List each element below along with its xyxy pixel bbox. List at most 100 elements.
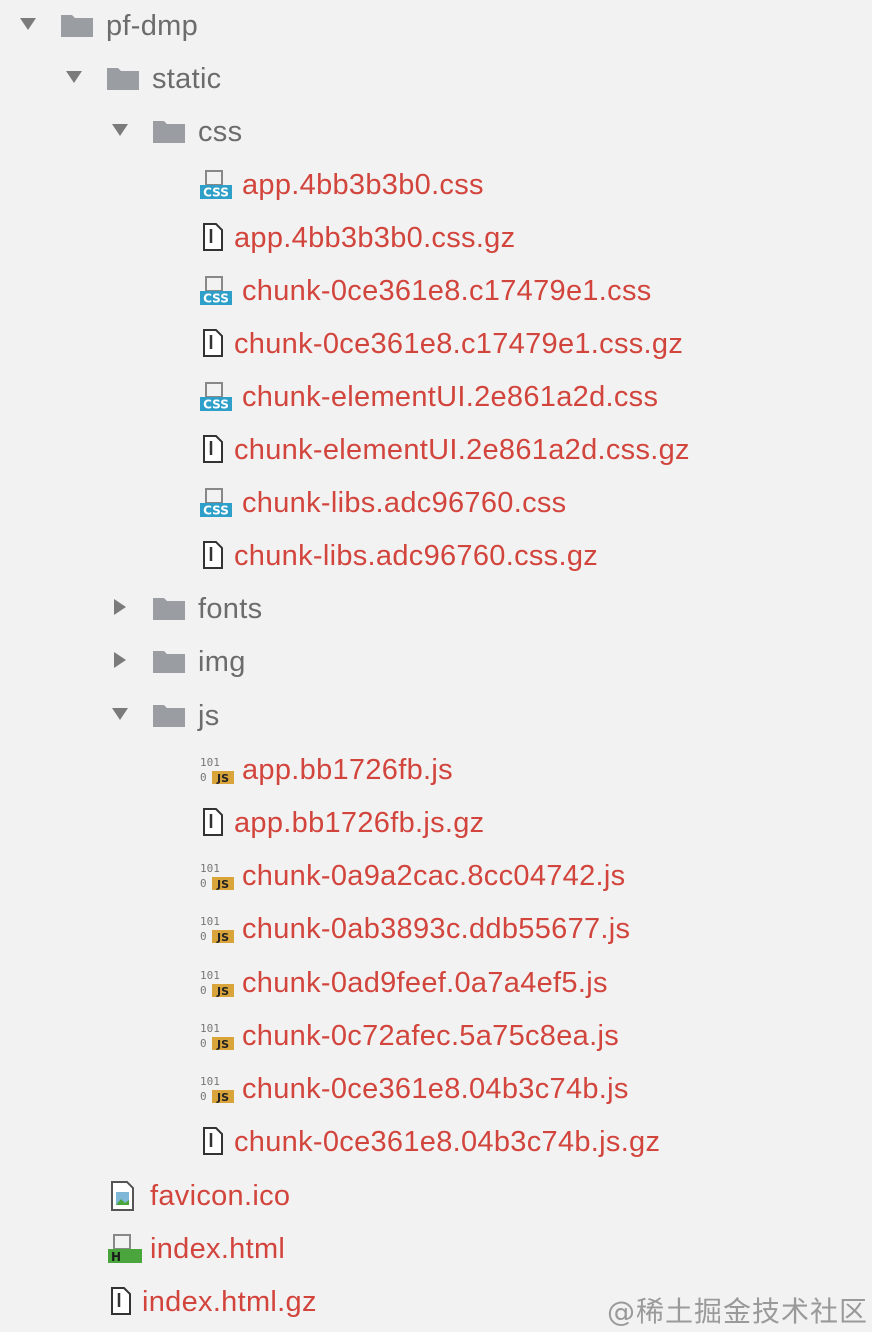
tree-node-css[interactable]: css: [0, 106, 872, 159]
file-label: app.bb1726fb.js.gz: [234, 807, 485, 839]
file-label: chunk-0ce361e8.04b3c74b.js.gz: [234, 1126, 661, 1158]
css-file-icon: CSS: [200, 488, 232, 518]
tree-file-js[interactable]: 101 0 JS chunk-0ce361e8.04b3c74b.js: [0, 1063, 872, 1116]
file-label: app.4bb3b3b0.css: [242, 169, 484, 201]
tree-file-css[interactable]: CSS chunk-0ce361e8.c17479e1.css: [0, 265, 872, 318]
tree-file-css[interactable]: CSS chunk-elementUI.2e861a2d.css: [0, 371, 872, 424]
folder-label: js: [198, 700, 220, 732]
folder-icon: [61, 15, 93, 37]
tree-file-css-gz[interactable]: app.4bb3b3b0.css.gz: [0, 212, 872, 265]
svg-text:0: 0: [200, 984, 207, 997]
folder-label: css: [198, 116, 243, 148]
tree-file-js[interactable]: 101 0 JS app.bb1726fb.js: [0, 744, 872, 797]
expand-arrow-icon[interactable]: [66, 71, 82, 83]
svg-text:CSS: CSS: [203, 292, 229, 306]
folder-icon: [153, 121, 185, 143]
svg-text:CSS: CSS: [203, 398, 229, 412]
svg-text:JS: JS: [216, 1091, 229, 1104]
text-file-icon: [203, 541, 223, 569]
text-file-icon: [111, 1287, 131, 1315]
folder-icon: [153, 651, 185, 673]
file-label: chunk-0ce361e8.c17479e1.css.gz: [234, 328, 684, 360]
file-label: chunk-0c72afec.5a75c8ea.js: [242, 1020, 619, 1052]
svg-text:101: 101: [200, 756, 220, 769]
collapse-arrow-icon[interactable]: [114, 599, 126, 615]
js-file-icon: 101 0 JS: [200, 1075, 234, 1104]
file-label: index.html.gz: [142, 1286, 317, 1318]
collapse-arrow-icon[interactable]: [114, 652, 126, 668]
file-label: chunk-libs.adc96760.css: [242, 487, 567, 519]
svg-text:CSS: CSS: [203, 504, 229, 518]
folder-label: static: [152, 63, 222, 95]
svg-text:101: 101: [200, 915, 220, 928]
folder-label: pf-dmp: [106, 10, 199, 42]
tree-file-css-gz[interactable]: chunk-0ce361e8.c17479e1.css.gz: [0, 318, 872, 371]
svg-text:101: 101: [200, 1075, 220, 1088]
tree-node-static[interactable]: static: [0, 53, 872, 106]
js-file-icon: 101 0 JS: [200, 915, 234, 944]
text-file-icon: [203, 435, 223, 463]
tree-file-css-gz[interactable]: chunk-libs.adc96760.css.gz: [0, 530, 872, 583]
tree-file-js[interactable]: 101 0 JS chunk-0c72afec.5a75c8ea.js: [0, 1010, 872, 1063]
svg-text:0: 0: [200, 930, 207, 943]
tree-file-js-gz[interactable]: app.bb1726fb.js.gz: [0, 797, 872, 850]
js-file-icon: 101 0 JS: [200, 862, 234, 891]
svg-text:0: 0: [200, 1037, 207, 1050]
html-file-icon: H: [108, 1234, 142, 1264]
tree-file-js[interactable]: 101 0 JS chunk-0a9a2cac.8cc04742.js: [0, 850, 872, 903]
js-file-icon: 101 0 JS: [200, 756, 234, 785]
css-file-icon: CSS: [200, 276, 232, 306]
expand-arrow-icon[interactable]: [112, 708, 128, 720]
tree-file-css[interactable]: CSS app.4bb3b3b0.css: [0, 159, 872, 212]
tree-node-img[interactable]: img: [0, 636, 872, 689]
svg-text:JS: JS: [216, 1038, 229, 1051]
folder-icon: [153, 705, 185, 727]
tree-file-css[interactable]: CSS chunk-libs.adc96760.css: [0, 477, 872, 530]
file-label: chunk-libs.adc96760.css.gz: [234, 540, 599, 572]
svg-text:JS: JS: [216, 878, 229, 891]
tree-file-js-gz[interactable]: chunk-0ce361e8.04b3c74b.js.gz: [0, 1116, 872, 1169]
watermark: @稀土掘金技术社区: [606, 1295, 868, 1328]
css-file-icon: CSS: [200, 382, 232, 412]
svg-text:JS: JS: [216, 772, 229, 785]
tree-node-pf-dmp[interactable]: pf-dmp: [0, 0, 872, 53]
folder-label: fonts: [198, 593, 263, 625]
expand-arrow-icon[interactable]: [20, 18, 36, 30]
file-label: chunk-0ce361e8.c17479e1.css: [242, 275, 652, 307]
js-file-icon: 101 0 JS: [200, 969, 234, 998]
text-file-icon: [203, 329, 223, 357]
file-label: chunk-0a9a2cac.8cc04742.js: [242, 860, 626, 892]
svg-text:101: 101: [200, 1022, 220, 1035]
tree-file-index-html[interactable]: H index.html: [0, 1223, 872, 1276]
svg-text:0: 0: [200, 877, 207, 890]
svg-text:0: 0: [200, 771, 207, 784]
text-file-icon: [203, 1127, 223, 1155]
file-label: chunk-elementUI.2e861a2d.css.gz: [234, 434, 690, 466]
file-label: app.4bb3b3b0.css.gz: [234, 222, 516, 254]
text-file-icon: [203, 808, 223, 836]
js-file-icon: 101 0 JS: [200, 1022, 234, 1051]
image-file-icon: [111, 1181, 134, 1211]
file-label: app.bb1726fb.js: [242, 754, 453, 786]
svg-text:JS: JS: [216, 931, 229, 944]
tree-file-js[interactable]: 101 0 JS chunk-0ab3893c.ddb55677.js: [0, 903, 872, 956]
svg-text:101: 101: [200, 969, 220, 982]
folder-icon: [153, 598, 185, 620]
file-label: chunk-elementUI.2e861a2d.css: [242, 381, 659, 413]
tree-file-css-gz[interactable]: chunk-elementUI.2e861a2d.css.gz: [0, 424, 872, 477]
file-label: index.html: [150, 1233, 286, 1265]
tree-file-js[interactable]: 101 0 JS chunk-0ad9feef.0a7a4ef5.js: [0, 957, 872, 1010]
file-label: favicon.ico: [150, 1180, 291, 1212]
folder-icon: [107, 68, 139, 90]
tree-node-fonts[interactable]: fonts: [0, 583, 872, 636]
svg-text:JS: JS: [216, 985, 229, 998]
tree-node-js[interactable]: js: [0, 690, 872, 743]
css-file-icon: CSS: [200, 170, 232, 200]
file-label: chunk-0ad9feef.0a7a4ef5.js: [242, 967, 608, 999]
expand-arrow-icon[interactable]: [112, 124, 128, 136]
file-label: chunk-0ab3893c.ddb55677.js: [242, 913, 631, 945]
svg-text:101: 101: [200, 862, 220, 875]
tree-file-favicon[interactable]: favicon.ico: [0, 1170, 872, 1223]
svg-text:CSS: CSS: [203, 186, 229, 200]
text-file-icon: [203, 223, 223, 251]
